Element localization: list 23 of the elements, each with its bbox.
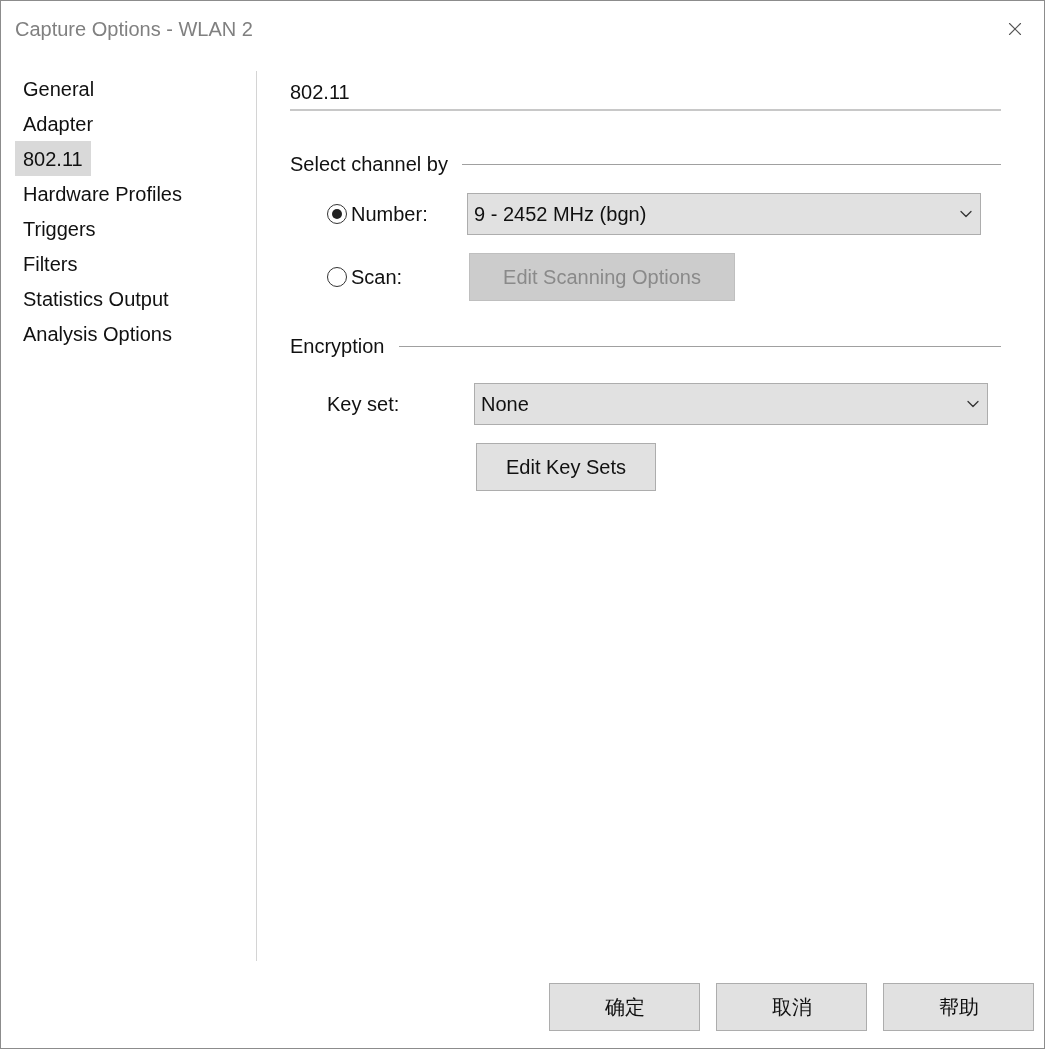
action-button[interactable]: 帮助 xyxy=(883,983,1034,1031)
window-title: Capture Options - WLAN 2 xyxy=(15,16,253,42)
radio-button[interactable] xyxy=(327,204,347,224)
group-title: Encryption xyxy=(290,334,385,359)
sidebar-item[interactable]: Hardware Profiles xyxy=(15,176,190,211)
sidebar-item[interactable]: Filters xyxy=(15,246,86,281)
sidebar-item[interactable]: Statistics Output xyxy=(15,281,177,316)
group-title: Select channel by xyxy=(290,152,448,177)
radio-button[interactable] xyxy=(327,267,347,287)
sidebar-item[interactable]: 802.11 xyxy=(15,141,91,176)
sidebar-item[interactable]: Adapter xyxy=(15,106,102,141)
dropdown[interactable]: 9 - 2452 MHz (bgn) xyxy=(467,193,981,235)
action-button[interactable]: 取消 xyxy=(716,983,867,1031)
dropdown[interactable]: None xyxy=(474,383,988,425)
radio-label: Number: xyxy=(351,202,428,227)
action-button[interactable]: 确定 xyxy=(549,983,700,1031)
sidebar-item[interactable]: Triggers xyxy=(15,211,104,246)
sidebar-item[interactable]: Analysis Options xyxy=(15,316,180,351)
field-label: Key set: xyxy=(327,392,401,417)
sidebar-item[interactable]: General xyxy=(15,71,103,106)
radio-label: Scan: xyxy=(351,265,403,290)
page-heading: 802.11 xyxy=(290,81,350,103)
action-button[interactable]: Edit Key Sets xyxy=(476,443,656,491)
